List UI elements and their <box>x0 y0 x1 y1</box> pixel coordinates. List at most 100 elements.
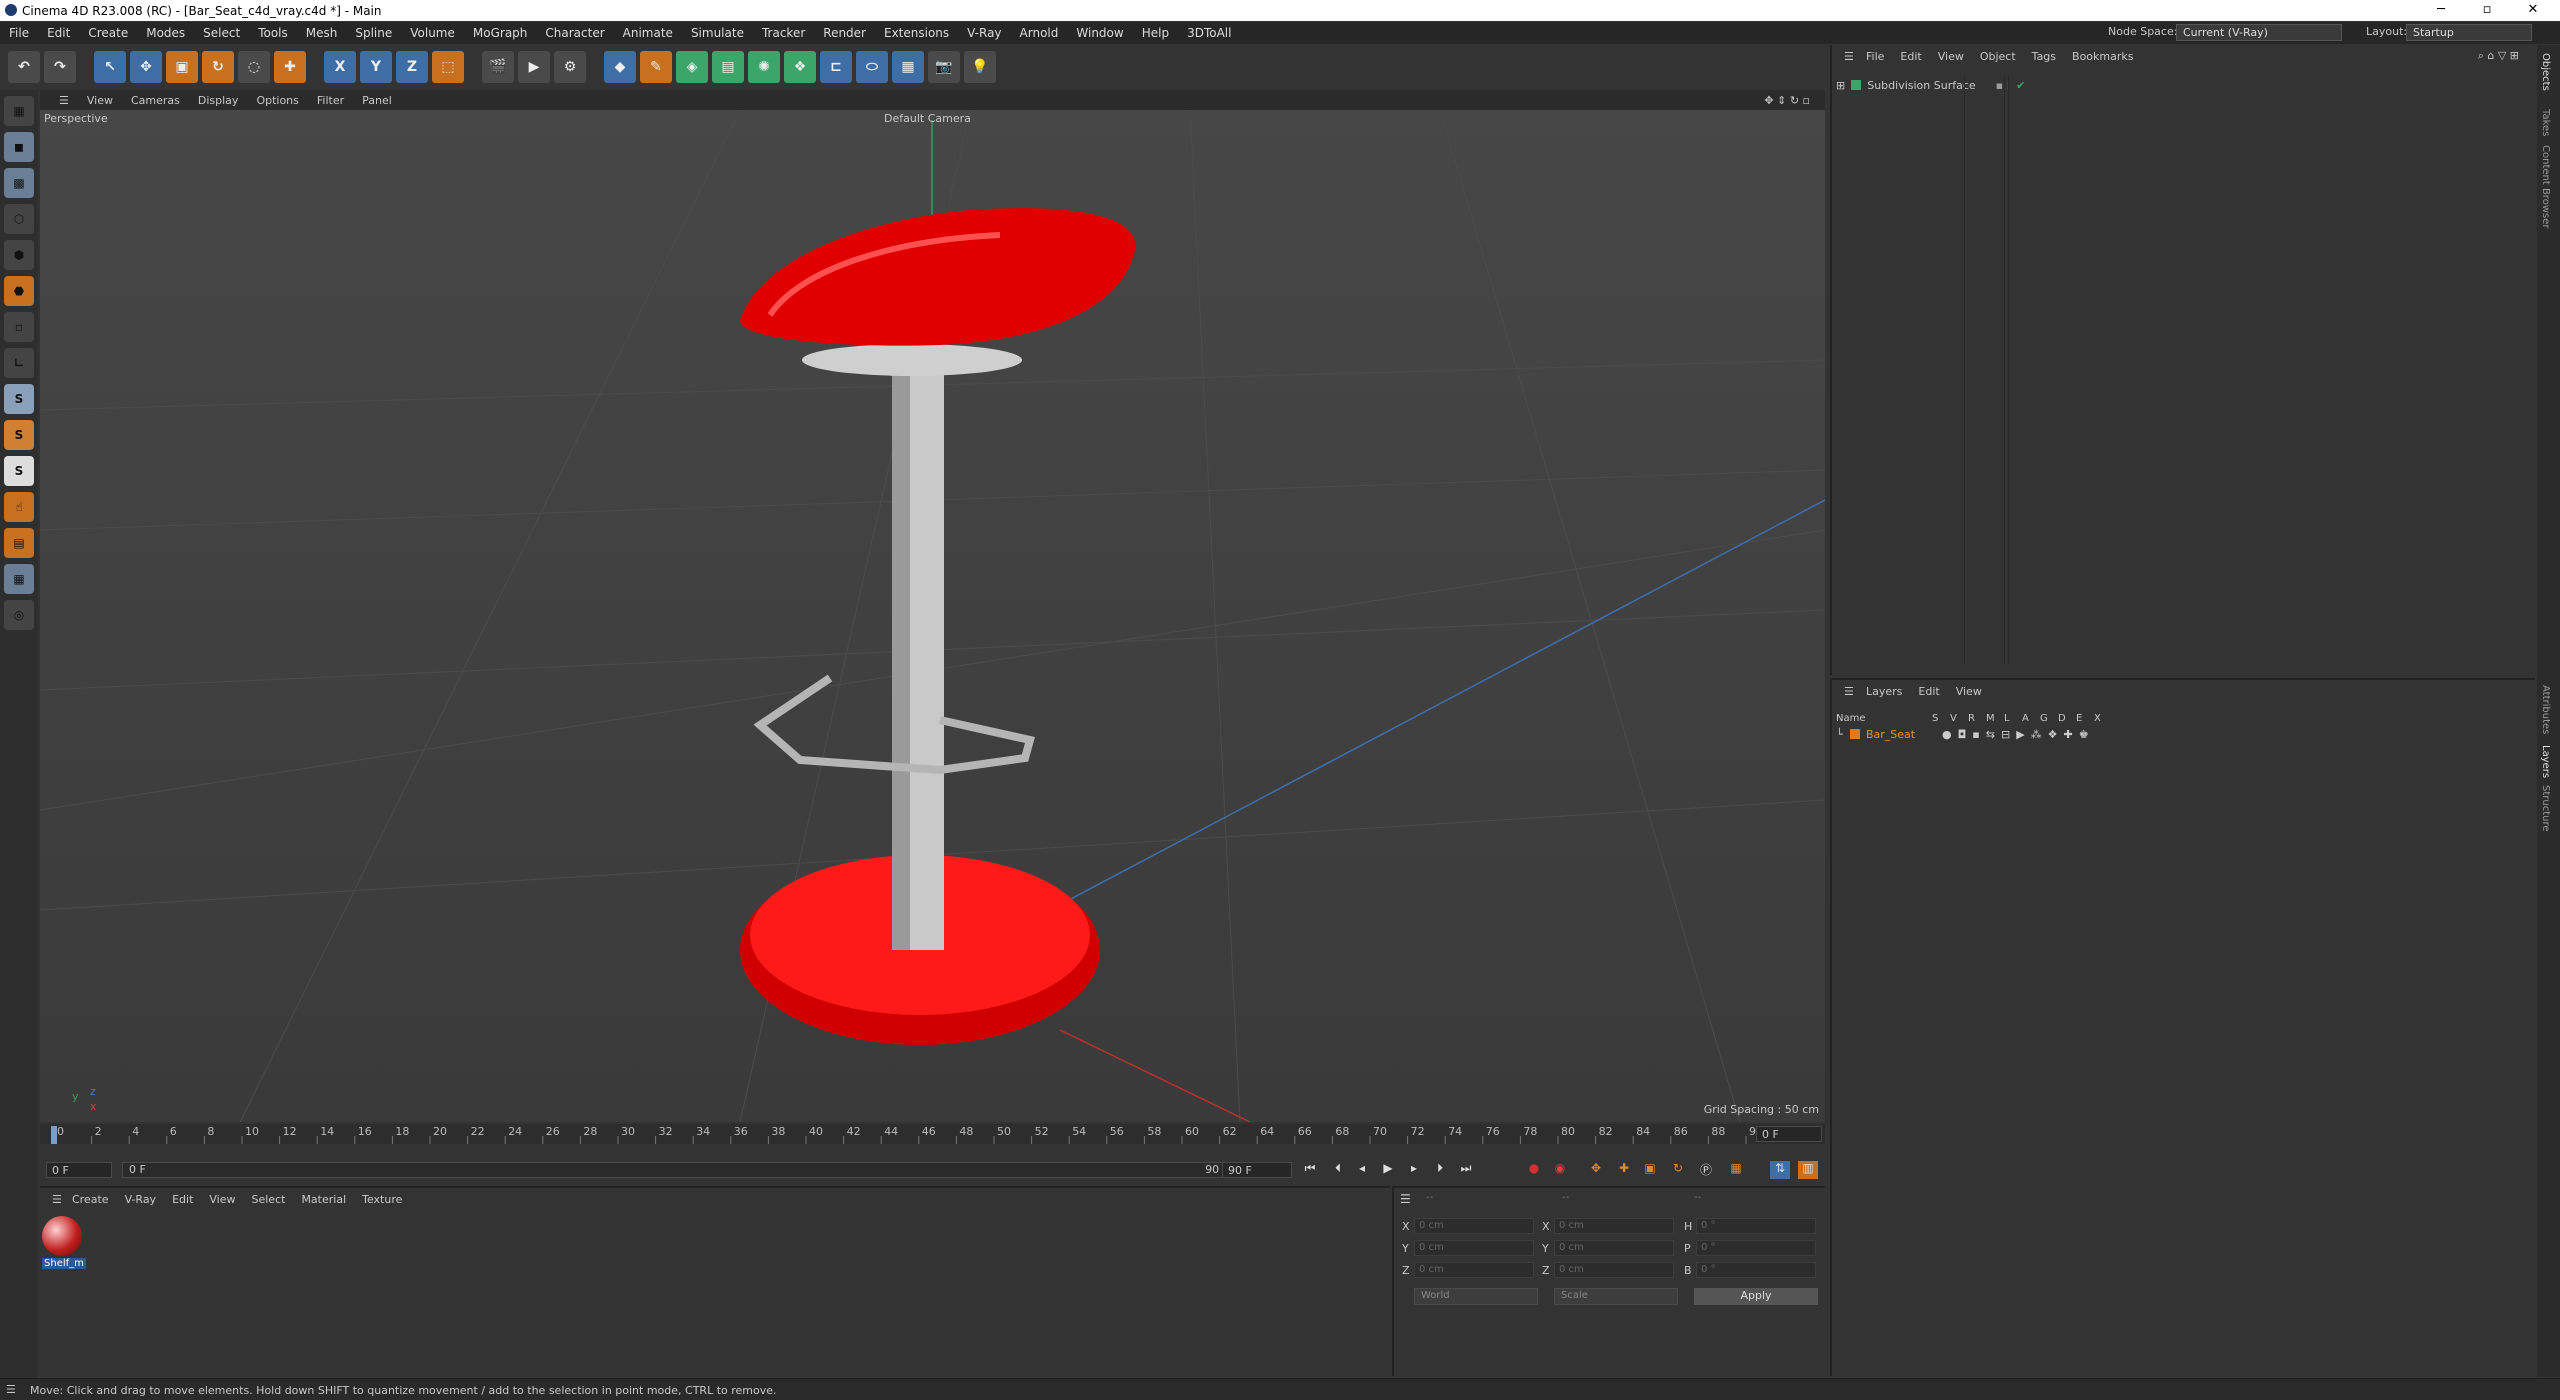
menu-tracker[interactable]: Tracker <box>753 26 814 40</box>
z-axis-lock-button[interactable]: Z <box>396 51 428 83</box>
rot-h-field[interactable]: 0 ° <box>1696 1218 1816 1234</box>
cube-primitive-icon[interactable]: ◆ <box>604 51 636 83</box>
menu-animate[interactable]: Animate <box>614 26 682 40</box>
apply-button[interactable]: Apply <box>1694 1288 1818 1305</box>
object-menu-file[interactable]: File <box>1858 50 1892 63</box>
hamburger-icon[interactable]: ☰ <box>6 1383 16 1396</box>
viewport-menu-view[interactable]: View <box>78 94 122 107</box>
y-axis-lock-button[interactable]: Y <box>360 51 392 83</box>
pos-z-field[interactable]: 0 cm <box>1414 1262 1534 1278</box>
menu-select[interactable]: Select <box>194 26 249 40</box>
viewport-nav-icons[interactable]: ✥ ⇕ ↻ ▫ <box>1755 94 1819 107</box>
material-menu-vray[interactable]: V-Ray <box>117 1193 165 1206</box>
size-z-field[interactable]: 0 cm <box>1554 1262 1674 1278</box>
menu-tools[interactable]: Tools <box>249 26 297 40</box>
subdivision-icon[interactable]: ◈ <box>676 51 708 83</box>
dope-sheet-icon[interactable]: ▥ <box>1798 1161 1818 1179</box>
recent-tools-icon[interactable]: ◌ <box>238 51 270 83</box>
menu-simulate[interactable]: Simulate <box>682 26 753 40</box>
layer-name[interactable]: Bar_Seat <box>1866 728 1942 741</box>
key-pla-icon[interactable]: Ⓟ <box>1696 1161 1716 1179</box>
node-space-select[interactable]: Current (V-Ray) <box>2176 24 2342 41</box>
goto-end-icon[interactable]: ⏭ <box>1456 1161 1476 1179</box>
material-menu-texture[interactable]: Texture <box>354 1193 410 1206</box>
menu-mograph[interactable]: MoGraph <box>464 26 537 40</box>
pos-x-field[interactable]: 0 cm <box>1414 1218 1534 1234</box>
record-icon[interactable]: ● <box>1524 1161 1544 1179</box>
object-menu-tags[interactable]: Tags <box>2024 50 2064 63</box>
rotate-tool-icon[interactable]: ↻ <box>202 51 234 83</box>
menu-create[interactable]: Create <box>79 26 137 40</box>
menu-3dtoall[interactable]: 3DToAll <box>1178 26 1240 40</box>
object-name[interactable]: Subdivision Surface <box>1867 79 1975 92</box>
hamburger-icon[interactable]: ☰ <box>1400 1192 1411 1206</box>
floor-icon[interactable]: ▦ <box>892 51 924 83</box>
render-region-icon[interactable]: 🎬 <box>482 51 514 83</box>
material-menu-create[interactable]: Create <box>64 1193 117 1206</box>
menu-edit[interactable]: Edit <box>38 26 79 40</box>
coordinate-system-icon[interactable]: ⬚ <box>432 51 464 83</box>
edges-mode-icon[interactable]: ⬢ <box>4 240 34 270</box>
tab-takes[interactable]: Takes <box>2540 109 2551 136</box>
redo-icon[interactable]: ↷ <box>44 51 76 83</box>
end-frame-field[interactable]: 90 F <box>1222 1162 1292 1178</box>
tab-content-browser[interactable]: Content Browser <box>2540 145 2551 228</box>
autokey-icon[interactable]: ◉ <box>1550 1161 1570 1179</box>
layout-select[interactable]: Startup <box>2406 24 2532 41</box>
render-view-icon[interactable]: ▶ <box>518 51 550 83</box>
expand-icon[interactable]: ⊞ <box>1836 79 1845 92</box>
minimize-button[interactable]: ─ <box>2418 0 2464 21</box>
material-menu-select[interactable]: Select <box>244 1193 294 1206</box>
tab-layers[interactable]: Layers <box>2540 745 2551 778</box>
uv-mode-icon[interactable]: ▫ <box>4 312 34 342</box>
rot-b-field[interactable]: 0 ° <box>1696 1262 1816 1278</box>
viewport-menu-panel[interactable]: Panel <box>353 94 401 107</box>
pos-y-field[interactable]: 0 cm <box>1414 1240 1534 1256</box>
coordinate-tool-icon[interactable]: ✚ <box>274 51 306 83</box>
layer-row[interactable]: └ Bar_Seat ●◘▪⇆⊟▶⁂❖✚♚ <box>1836 726 2531 742</box>
tweak-mode-icon[interactable]: ☝ <box>4 492 34 522</box>
light-icon[interactable]: 💡 <box>964 51 996 83</box>
object-menu-object[interactable]: Object <box>1972 50 2024 63</box>
locked-workplane-icon[interactable]: ▦ <box>4 564 34 594</box>
menu-arnold[interactable]: Arnold <box>1011 26 1068 40</box>
next-frame-icon[interactable]: ▸ <box>1404 1161 1424 1179</box>
menu-character[interactable]: Character <box>536 26 613 40</box>
scale-tool-icon[interactable]: ▣ <box>166 51 198 83</box>
prev-key-icon[interactable]: ⏴ <box>1328 1161 1348 1179</box>
playhead[interactable] <box>51 1126 57 1144</box>
goto-start-icon[interactable]: ⏮ <box>1300 1161 1320 1179</box>
snap-settings-icon[interactable]: S <box>4 420 34 450</box>
menu-window[interactable]: Window <box>1067 26 1132 40</box>
pen-spline-icon[interactable]: ✎ <box>640 51 672 83</box>
menu-extensions[interactable]: Extensions <box>875 26 958 40</box>
deformer-icon[interactable]: ⊏ <box>820 51 852 83</box>
menu-modes[interactable]: Modes <box>137 26 194 40</box>
solo-icon[interactable]: S <box>4 456 34 486</box>
hamburger-icon[interactable]: ☰ <box>44 1193 70 1206</box>
maximize-button[interactable]: ▫ <box>2464 0 2510 21</box>
layer-menu-layers[interactable]: Layers <box>1858 685 1910 698</box>
undo-icon[interactable]: ↶ <box>8 51 40 83</box>
menu-file[interactable]: File <box>0 26 38 40</box>
current-frame-field[interactable]: 0 F <box>1756 1126 1822 1142</box>
start-frame-field[interactable]: 0 F <box>46 1162 112 1178</box>
camera-label[interactable]: Default Camera <box>884 112 971 125</box>
model-mode-icon[interactable]: ◼ <box>4 132 34 162</box>
layer-menu-edit[interactable]: Edit <box>1910 685 1947 698</box>
x-axis-lock-button[interactable]: X <box>324 51 356 83</box>
mograph-icon[interactable]: ❖ <box>784 51 816 83</box>
polygons-mode-icon[interactable]: ⬣ <box>4 276 34 306</box>
texture-mode-icon[interactable]: ▩ <box>4 168 34 198</box>
hamburger-icon[interactable]: ☰ <box>1836 685 1862 698</box>
render-settings-icon[interactable]: ⚙ <box>554 51 586 83</box>
move-tool-icon[interactable]: ✥ <box>130 51 162 83</box>
object-menu-bookmarks[interactable]: Bookmarks <box>2064 50 2141 63</box>
menu-mesh[interactable]: Mesh <box>297 26 347 40</box>
play-icon[interactable]: ▶ <box>1378 1161 1398 1179</box>
material-menu-view[interactable]: View <box>201 1193 243 1206</box>
axis-mode-icon[interactable]: ∟ <box>4 348 34 378</box>
enabled-check-icon[interactable]: ✔ <box>2016 79 2025 92</box>
next-key-icon[interactable]: ⏵ <box>1430 1161 1450 1179</box>
points-mode-icon[interactable]: ⬡ <box>4 204 34 234</box>
